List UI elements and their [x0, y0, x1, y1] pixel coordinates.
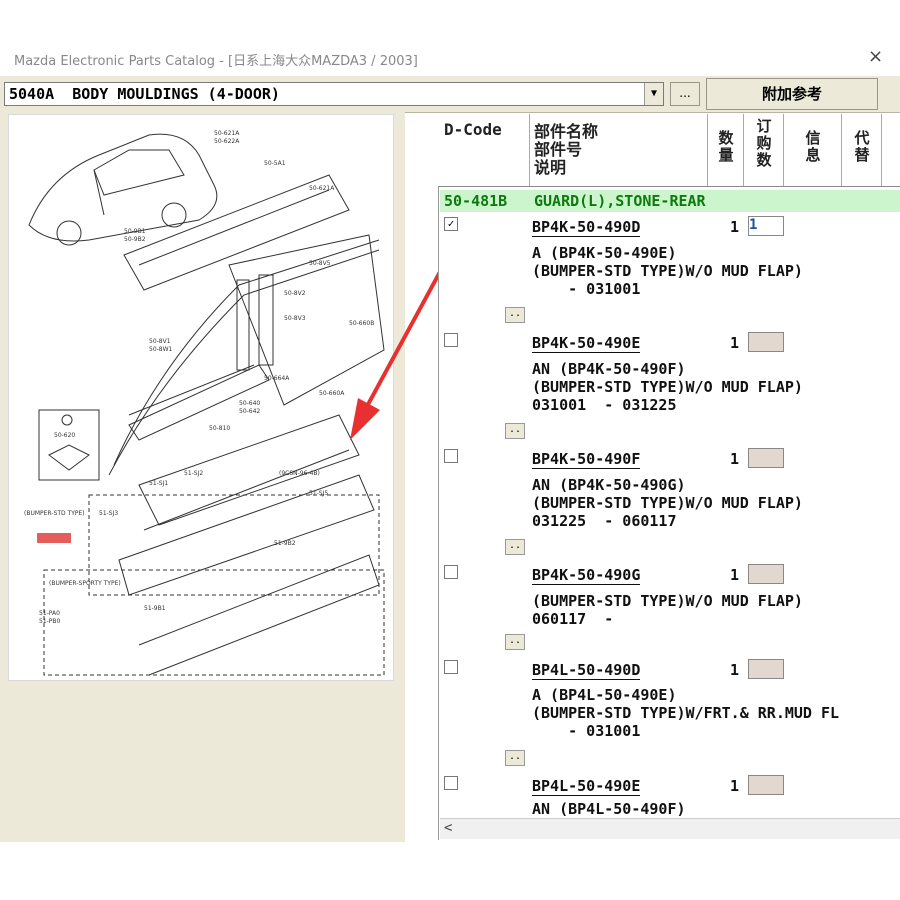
quantity: 1 [730, 334, 740, 352]
quantity: 1 [730, 661, 740, 679]
remark-line: A (BP4K-50-490E) [532, 244, 677, 262]
svg-text:50-9B2: 50-9B2 [124, 236, 146, 243]
svg-text:51-PA0: 51-PA0 [39, 610, 60, 617]
remark-line: AN (BP4L-50-490F) [532, 800, 686, 818]
svg-text:50-8W1: 50-8W1 [149, 346, 173, 353]
group-row[interactable]: 50-481B GUARD(L),STONE-REAR [440, 190, 900, 212]
svg-text:50-620: 50-620 [54, 432, 75, 439]
parts-table-header: D-Code 部件名称 部件号 说明 数量 订购数 信息 代替 [438, 114, 900, 187]
svg-text:51-9B1: 51-9B1 [144, 605, 166, 612]
order-qty-input[interactable] [748, 564, 784, 584]
svg-text:50-622A: 50-622A [214, 138, 240, 145]
remark-line: (BUMPER-STD TYPE)W/O MUD FLAP) [532, 262, 803, 280]
svg-text:51-9B2: 51-9B2 [274, 540, 296, 547]
row-checkbox[interactable] [444, 776, 458, 790]
quantity: 1 [730, 566, 740, 584]
row-checkbox[interactable] [444, 449, 458, 463]
remark-line: AN (BP4K-50-490F) [532, 360, 686, 378]
scroll-left-icon[interactable]: < [444, 820, 452, 836]
remark-line: A (BP4L-50-490E) [532, 686, 677, 704]
title-bar: Mazda Electronic Parts Catalog - [日系上海大众… [0, 40, 900, 72]
row-detail-button[interactable]: .. [505, 307, 525, 323]
group-code: 50-481B [444, 192, 508, 210]
part-number[interactable]: BP4K-50-490E [532, 334, 641, 353]
remark-line: 031225 - 060117 [532, 512, 677, 530]
svg-text:50-8V1: 50-8V1 [149, 338, 171, 345]
quantity: 1 [730, 218, 740, 236]
close-icon[interactable]: × [868, 46, 883, 67]
remark-line: 060117 - [532, 610, 614, 628]
svg-text:(BUMPER-STD TYPE): (BUMPER-STD TYPE) [24, 510, 85, 517]
description-header: 说明 [534, 158, 567, 177]
row-checkbox[interactable] [444, 333, 458, 347]
additional-reference-button[interactable]: 附加参考 [706, 78, 878, 110]
window-title: Mazda Electronic Parts Catalog - [日系上海大众… [14, 54, 418, 69]
svg-text:51-SJ3: 51-SJ3 [99, 510, 118, 517]
remark-line: (BUMPER-STD TYPE)W/O MUD FLAP) [532, 378, 803, 396]
svg-text:50-640: 50-640 [239, 400, 260, 407]
part-number[interactable]: BP4K-50-490G [532, 566, 641, 585]
order-qty-input[interactable]: 1 [748, 216, 784, 236]
row-checkbox[interactable]: ✓ [444, 217, 458, 231]
order-qty-header: 订购数 [756, 117, 772, 169]
part-number[interactable]: BP4K-50-490F [532, 450, 641, 469]
toolbar: 5040A BODY MOULDINGS (4-DOOR) ▼ ... 附加参考 [0, 76, 900, 188]
svg-text:50-642: 50-642 [239, 408, 260, 415]
svg-text:51-SJ1: 51-SJ1 [149, 480, 168, 487]
remark-line: AN (BP4K-50-490G) [532, 476, 686, 494]
order-qty-input[interactable] [748, 332, 784, 352]
svg-text:51-PB0: 51-PB0 [39, 618, 61, 625]
qty-header: 数量 [718, 129, 734, 164]
order-qty-input[interactable] [748, 775, 784, 795]
quantity: 1 [730, 450, 740, 468]
order-qty-input[interactable] [748, 659, 784, 679]
part-number[interactable]: BP4L-50-490E [532, 777, 641, 796]
row-detail-button[interactable]: .. [505, 423, 525, 439]
svg-text:50-810: 50-810 [209, 425, 230, 432]
row-detail-button[interactable]: .. [505, 634, 525, 650]
svg-text:50-621A: 50-621A [214, 130, 240, 137]
part-number[interactable]: BP4K-50-490D [532, 218, 641, 237]
chevron-down-icon[interactable]: ▼ [644, 83, 663, 105]
svg-text:50-8V5: 50-8V5 [309, 260, 331, 267]
svg-text:50-8V3: 50-8V3 [284, 315, 306, 322]
svg-text:50-5A1: 50-5A1 [264, 160, 286, 167]
section-select[interactable]: 5040A BODY MOULDINGS (4-DOOR) ▼ [4, 82, 664, 106]
svg-text:50-621A: 50-621A [309, 185, 335, 192]
quantity: 1 [730, 777, 740, 795]
remark-line: (BUMPER-STD TYPE)W/O MUD FLAP) [532, 592, 803, 610]
svg-text:50-8V2: 50-8V2 [284, 290, 306, 297]
svg-text:50-9B1: 50-9B1 [124, 228, 146, 235]
group-name: GUARD(L),STONE-REAR [534, 192, 706, 210]
svg-text:(BUMPER-SPORTY TYPE): (BUMPER-SPORTY TYPE) [49, 580, 121, 587]
info-header: 信息 [805, 129, 821, 164]
part-number[interactable]: BP4L-50-490D [532, 661, 641, 680]
remark-line: - 031001 [532, 280, 641, 298]
svg-text:50-664A: 50-664A [264, 375, 290, 382]
section-select-value: 5040A BODY MOULDINGS (4-DOOR) [9, 85, 280, 103]
remark-line: (BUMPER-STD TYPE)W/FRT.& RR.MUD FL [532, 704, 840, 722]
row-detail-button[interactable]: .. [505, 539, 525, 555]
dcode-header: D-Code [444, 120, 502, 139]
svg-text:51-SJ2: 51-SJ2 [184, 470, 203, 477]
svg-text:51-SJ5: 51-SJ5 [309, 490, 328, 497]
row-checkbox[interactable] [444, 660, 458, 674]
remark-line: 031001 - 031225 [532, 396, 677, 414]
horizontal-scrollbar[interactable]: < [440, 818, 900, 839]
remark-line: - 031001 [532, 722, 641, 740]
row-detail-button[interactable]: .. [505, 750, 525, 766]
row-checkbox[interactable] [444, 565, 458, 579]
remark-line: (BUMPER-STD TYPE)W/O MUD FLAP) [532, 494, 803, 512]
browse-button[interactable]: ... [670, 82, 700, 106]
order-qty-value: 1 [749, 217, 758, 233]
order-qty-input[interactable] [748, 448, 784, 468]
svg-text:(9CSN-96-4B): (9CSN-96-4B) [279, 470, 320, 477]
substitute-header: 代替 [854, 129, 870, 164]
